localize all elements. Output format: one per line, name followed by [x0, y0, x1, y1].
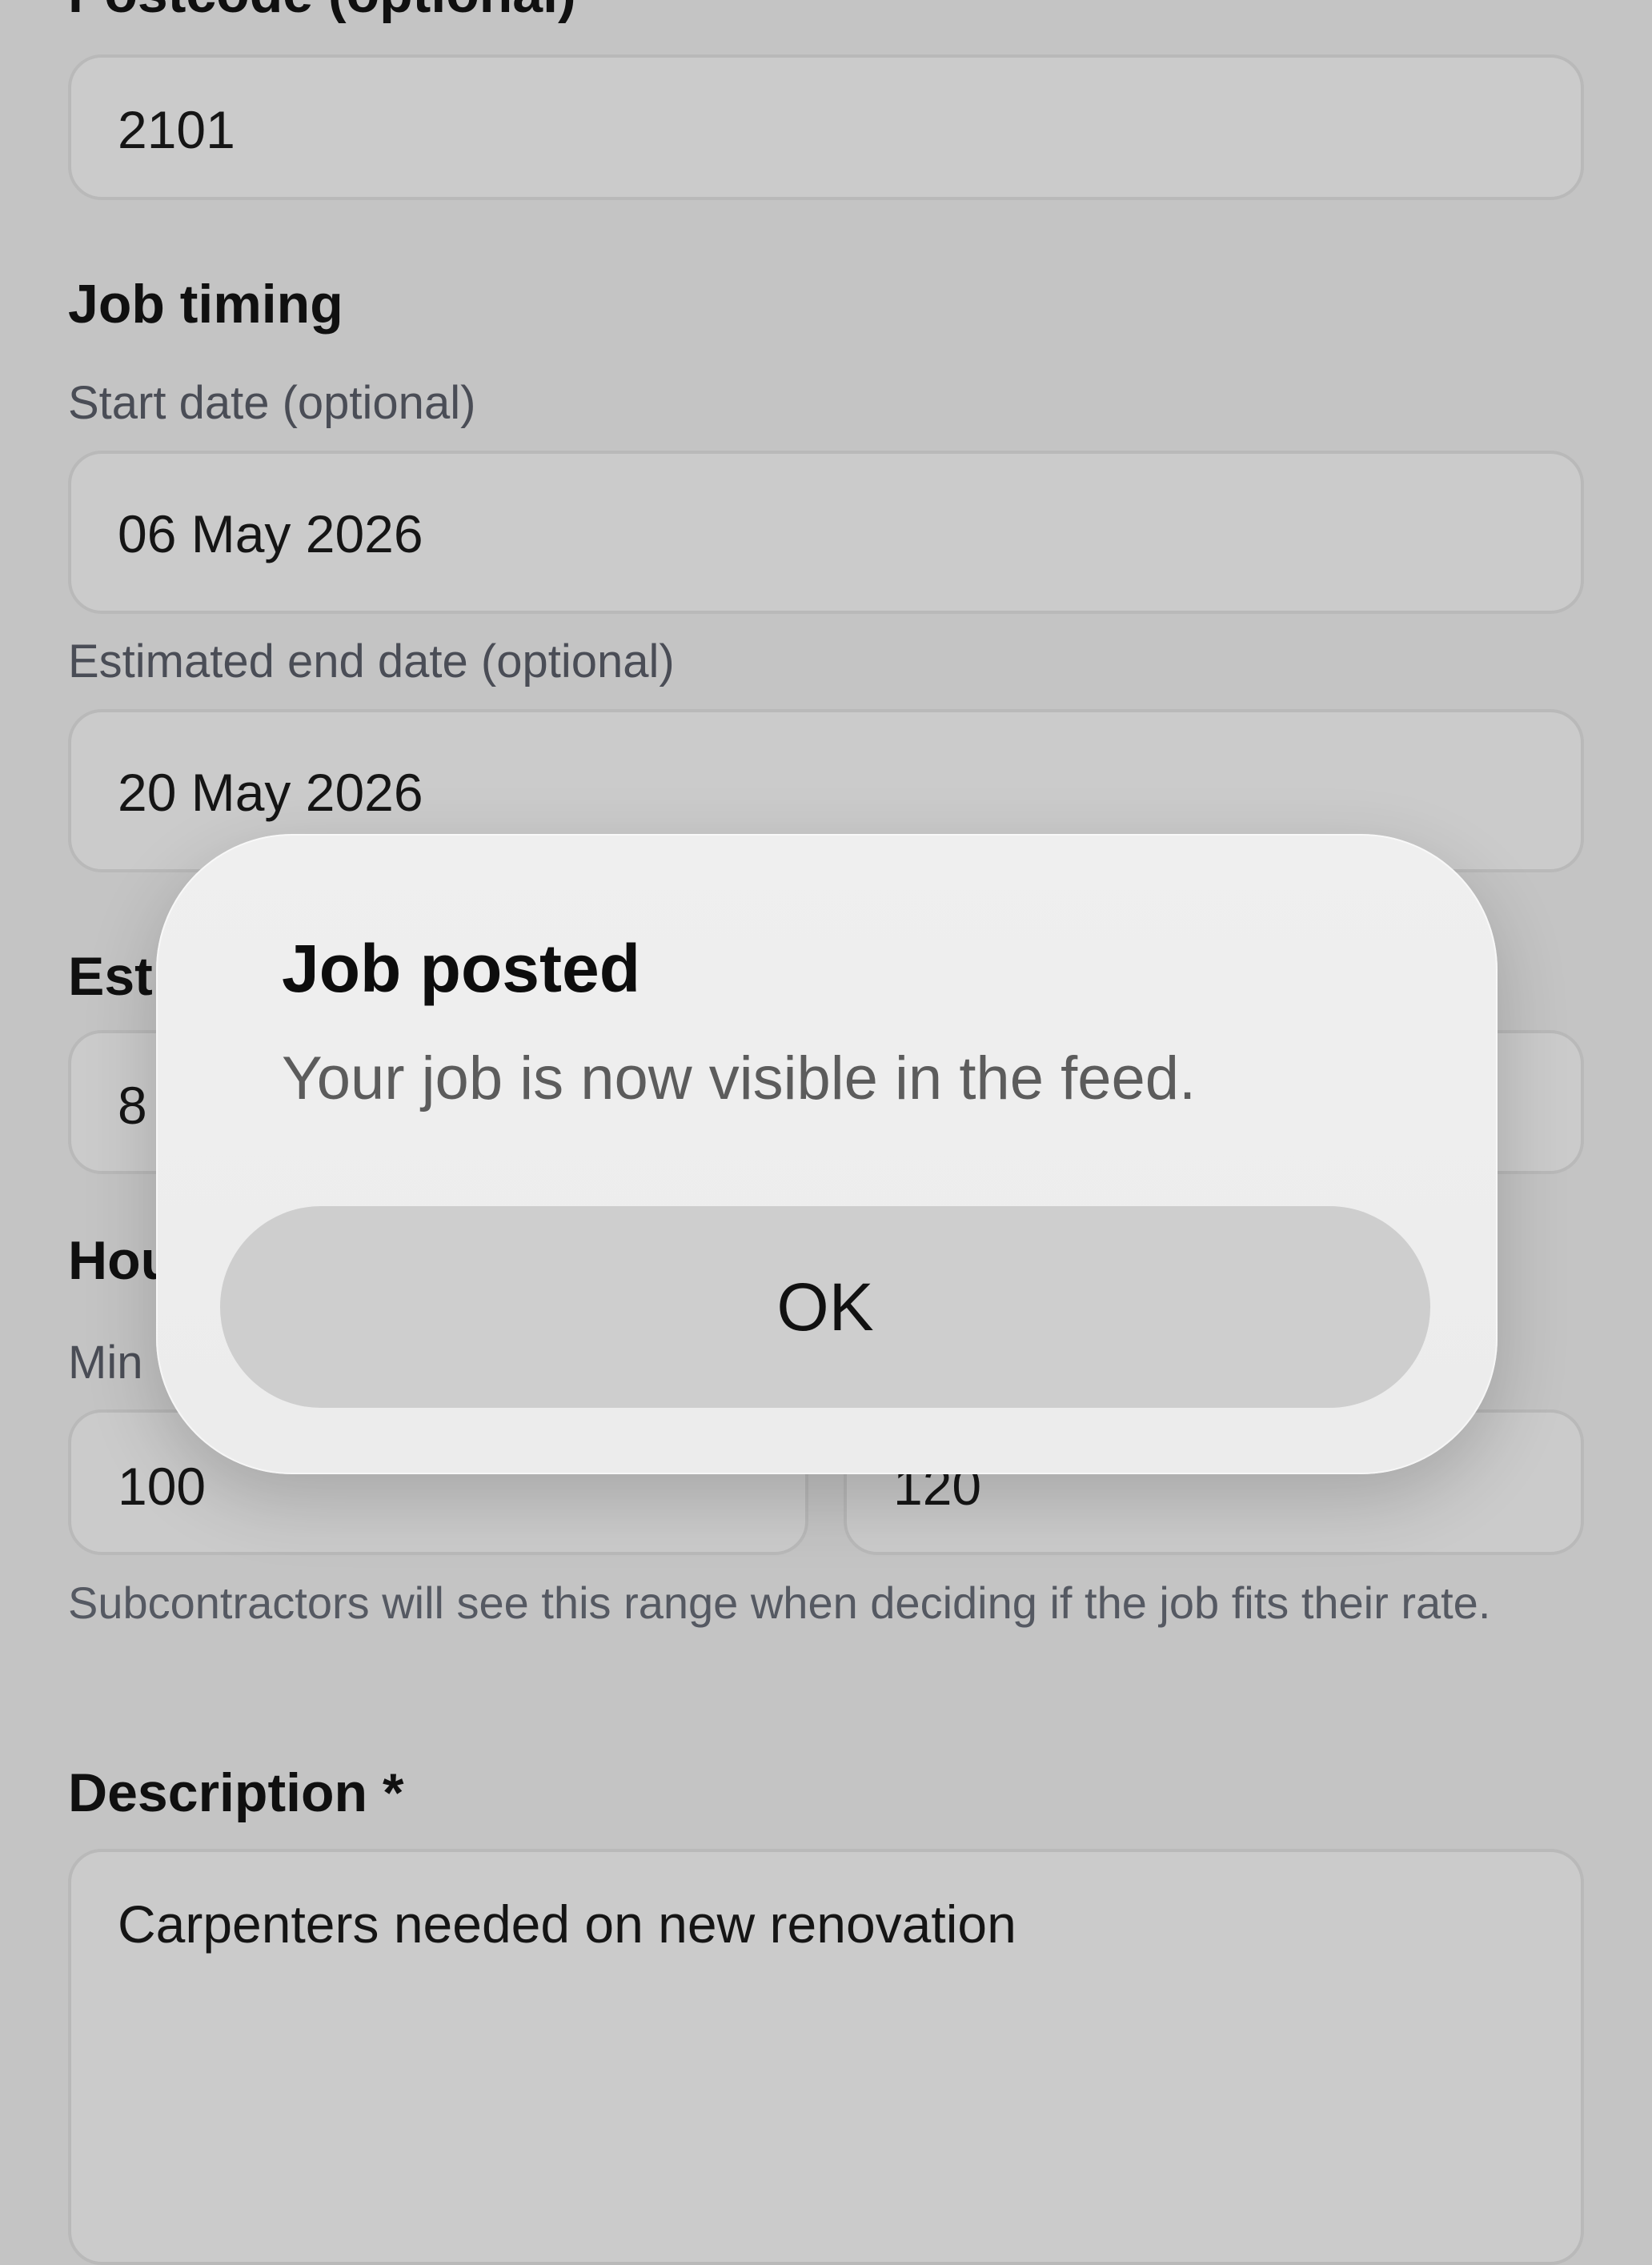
job-posted-dialog: Job posted Your job is now visible in th…: [156, 834, 1498, 1474]
dialog-message: Your job is now visible in the feed.: [282, 1044, 1197, 1112]
ok-button[interactable]: OK: [220, 1206, 1430, 1408]
dialog-title: Job posted: [282, 931, 641, 1006]
